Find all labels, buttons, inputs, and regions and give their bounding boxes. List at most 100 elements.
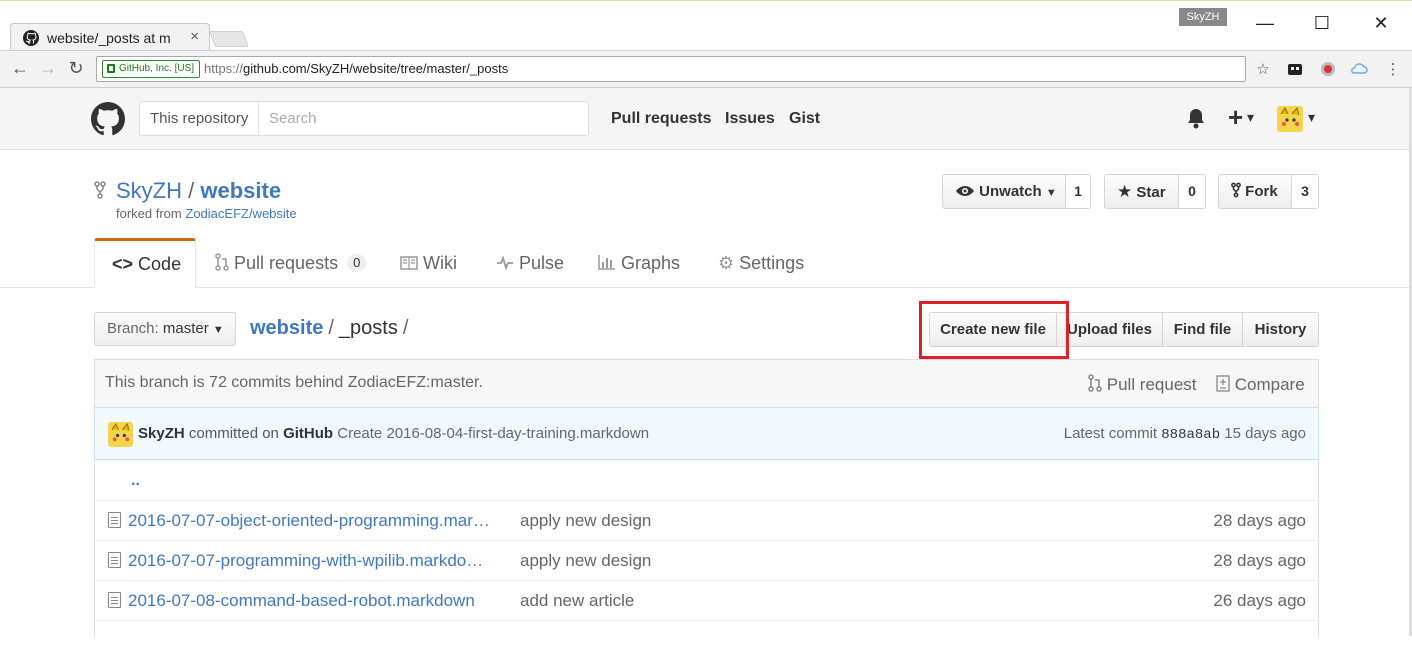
reload-icon[interactable]: ↻ xyxy=(65,58,87,79)
pull-request-link[interactable]: Pull request xyxy=(1088,374,1197,395)
nav-pull-requests[interactable]: Pull requests xyxy=(611,110,711,128)
star-icon: ★ xyxy=(1117,182,1133,201)
compare-icon xyxy=(1216,375,1230,394)
branch-select-button[interactable]: Branch: master ▼ xyxy=(94,312,236,346)
commit-author-link[interactable]: SkyZH xyxy=(138,425,185,442)
file-commit-message[interactable]: apply new design xyxy=(520,511,651,531)
file-list: .. 2016-07-07-object-oriented-programmin… xyxy=(94,460,1319,636)
lock-icon xyxy=(107,64,115,73)
tab-code[interactable]: <> Code xyxy=(94,238,196,288)
highlight-box xyxy=(919,301,1069,359)
book-icon xyxy=(400,253,418,273)
nav-gist[interactable]: Gist xyxy=(789,110,820,128)
browser-toolbar: ← → ↻ GitHub, Inc. [US] https://github.c… xyxy=(0,50,1412,88)
upload-files-button[interactable]: Upload files xyxy=(1057,312,1163,347)
find-file-button[interactable]: Find file xyxy=(1163,312,1243,347)
back-icon[interactable]: ← xyxy=(9,58,31,79)
breadcrumb-root-link[interactable]: website xyxy=(250,317,323,339)
breadcrumb: website / _posts / xyxy=(250,317,409,339)
commit-author-avatar[interactable] xyxy=(108,422,133,447)
cloud-extension-icon[interactable] xyxy=(1350,61,1368,79)
tab-graphs[interactable]: Graphs xyxy=(598,238,680,288)
file-name-link[interactable]: 2016-07-08-command-based-robot.markdown xyxy=(128,591,475,611)
eye-icon xyxy=(955,183,975,200)
table-row-partial xyxy=(95,620,1318,660)
new-tab-button[interactable] xyxy=(209,31,249,47)
branch-caret-icon: ▼ xyxy=(212,324,224,336)
fork-icon xyxy=(94,181,106,204)
fork-count[interactable]: 3 xyxy=(1292,174,1319,209)
commit-message-line: SkyZH committed on GitHub Create 2016-08… xyxy=(138,425,650,442)
pull-requests-counter: 0 xyxy=(347,254,367,272)
file-age: 26 days ago xyxy=(1213,591,1306,610)
commit-age: 15 days ago xyxy=(1224,425,1306,442)
url-text: https://github.com/SkyZH/website/tree/ma… xyxy=(204,61,509,76)
tab-pull-requests[interactable]: Pull requests 0 xyxy=(215,238,367,288)
github-logo-icon[interactable] xyxy=(91,102,125,136)
latest-commit-info: Latest commit 888a8ab 15 days ago xyxy=(1063,425,1306,443)
secure-badge[interactable]: GitHub, Inc. [US] xyxy=(102,60,201,78)
notifications-bell-icon[interactable] xyxy=(1186,107,1206,135)
forward-icon[interactable]: → xyxy=(37,58,59,79)
bookmark-star-icon[interactable]: ☆ xyxy=(1254,61,1272,79)
table-row: 2016-07-07-programming-with-wpilib.markd… xyxy=(95,540,1318,580)
new-plus-icon[interactable]: + xyxy=(1228,102,1243,133)
table-row: 2016-07-08-command-based-robot.markdown … xyxy=(95,580,1318,620)
latest-commit-bar: SkyZH committed on GitHub Create 2016-08… xyxy=(94,407,1319,460)
search-scope-label[interactable]: This repository xyxy=(140,102,259,135)
close-window-button[interactable]: ✕ xyxy=(1366,11,1396,35)
watch-count[interactable]: 1 xyxy=(1066,174,1091,209)
parent-directory-row[interactable]: .. xyxy=(95,460,1318,500)
chrome-menu-icon[interactable]: ⋮ xyxy=(1384,61,1402,79)
unwatch-caret-icon: ▼ xyxy=(1045,187,1057,199)
plus-caret-icon[interactable]: ▾ xyxy=(1247,109,1254,126)
pull-request-small-icon xyxy=(1088,374,1102,394)
maximize-button[interactable]: ☐ xyxy=(1307,11,1337,35)
repo-name-link[interactable]: website xyxy=(200,178,281,203)
file-name-link[interactable]: 2016-07-07-object-oriented-programming.m… xyxy=(128,511,490,531)
address-bar[interactable]: GitHub, Inc. [US] https://github.com/Sky… xyxy=(96,56,1246,82)
profile-badge[interactable]: SkyZH xyxy=(1179,8,1227,26)
repo-title: SkyZH / website xyxy=(116,178,281,204)
file-name-link[interactable]: 2016-07-07-programming-with-wpilib.markd… xyxy=(128,551,483,571)
file-commit-message[interactable]: apply new design xyxy=(520,551,651,571)
forked-from-link[interactable]: ZodiacEFZ/website xyxy=(185,206,296,221)
history-button[interactable]: History xyxy=(1243,312,1319,347)
file-age: 28 days ago xyxy=(1213,551,1306,570)
tab-title: website/_posts at m xyxy=(47,30,171,46)
nav-issues[interactable]: Issues xyxy=(725,110,775,128)
code-icon: <> xyxy=(112,254,134,274)
search-box: This repository xyxy=(139,101,589,136)
avatar-caret-icon[interactable]: ▾ xyxy=(1308,109,1315,126)
extension-icon[interactable] xyxy=(1286,61,1304,79)
tab-settings[interactable]: ⚙ Settings xyxy=(718,238,804,288)
tab-close-icon[interactable]: × xyxy=(190,28,199,45)
unwatch-button[interactable]: Unwatch ▼ xyxy=(942,174,1066,209)
search-input[interactable] xyxy=(260,102,580,135)
fork-button[interactable]: Fork xyxy=(1218,174,1292,209)
compare-link[interactable]: Compare xyxy=(1216,374,1305,395)
forked-from: forked from ZodiacEFZ/website xyxy=(116,206,297,221)
star-button[interactable]: ★ Star xyxy=(1104,174,1179,209)
minimize-button[interactable]: — xyxy=(1250,11,1280,35)
repo-nav: <> Code Pull requests 0 Wiki Pulse Graph… xyxy=(0,238,1409,288)
parent-directory-link[interactable]: .. xyxy=(131,472,140,490)
file-commit-message[interactable]: add new article xyxy=(520,591,634,611)
tab-pulse[interactable]: Pulse xyxy=(496,238,564,288)
branch-behind-message: This branch is 72 commits behind ZodiacE… xyxy=(105,374,483,391)
file-icon xyxy=(108,512,121,528)
star-count[interactable]: 0 xyxy=(1179,174,1206,209)
commit-via: GitHub xyxy=(283,425,334,442)
commit-sha-link[interactable]: 888a8ab xyxy=(1161,427,1220,443)
tab-wiki[interactable]: Wiki xyxy=(400,238,457,288)
github-header: This repository Pull requests Issues Gis… xyxy=(0,88,1409,150)
record-extension-icon[interactable] xyxy=(1319,61,1337,79)
fork-button-icon xyxy=(1231,182,1241,200)
browser-tab[interactable]: website/_posts at m × xyxy=(10,23,210,51)
graph-icon xyxy=(598,253,616,273)
user-avatar[interactable] xyxy=(1277,106,1303,132)
file-age: 28 days ago xyxy=(1213,511,1306,530)
commit-message-link[interactable]: Create 2016-08-04-first-day-training.mar… xyxy=(337,425,649,442)
repo-owner-link[interactable]: SkyZH xyxy=(116,178,182,203)
browser-titlebar: website/_posts at m × SkyZH — ☐ ✕ xyxy=(0,0,1412,51)
